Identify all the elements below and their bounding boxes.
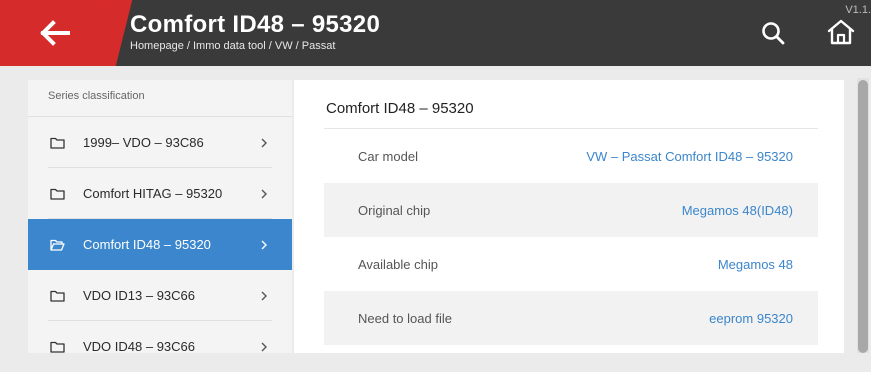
series-list: 1999– VDO – 93C86 Comfort HITAG – 95320 …: [28, 117, 292, 372]
folder-open-icon: [50, 239, 65, 251]
page-title: Comfort ID48 – 95320: [130, 11, 381, 38]
chevron-right-icon: [261, 189, 267, 198]
series-item[interactable]: 1999– VDO – 93C86: [28, 117, 292, 168]
detail-row-original-chip: Original chip Megamos 48(ID48): [324, 183, 818, 237]
series-sidebar: Series classification 1999– VDO – 93C86 …: [28, 80, 292, 354]
chevron-right-icon: [261, 342, 267, 351]
series-item[interactable]: VDO ID13 – 93C66: [28, 270, 292, 321]
detail-title: Comfort ID48 – 95320: [326, 100, 474, 117]
series-item-active[interactable]: Comfort ID48 – 95320: [28, 219, 292, 270]
detail-row-load-file: Need to load file eeprom 95320: [324, 291, 818, 345]
series-item[interactable]: VDO ID48 – 93C66: [28, 321, 292, 372]
home-icon[interactable]: [826, 18, 856, 46]
row-value: Megamos 48: [717, 256, 793, 272]
row-label: Car model: [358, 148, 418, 164]
series-item-label: Comfort ID48 – 95320: [83, 237, 211, 252]
detail-row-available-chip: Available chip Megamos 48: [324, 237, 818, 291]
folder-icon: [50, 188, 65, 200]
chevron-right-icon: [261, 138, 267, 147]
version-label: V1.1.: [845, 4, 871, 16]
back-button[interactable]: [0, 0, 110, 66]
row-label: Original chip: [358, 202, 431, 218]
sidebar-heading: Series classification: [28, 80, 292, 117]
chevron-right-icon: [261, 291, 267, 300]
row-value: Megamos 48(ID48): [681, 202, 793, 218]
folder-icon: [50, 290, 65, 302]
series-item[interactable]: Comfort HITAG – 95320: [28, 168, 292, 219]
top-bar: Comfort ID48 – 95320 Homepage / Immo dat…: [0, 0, 871, 66]
scrollbar-thumb[interactable]: [858, 80, 868, 353]
row-value: VW – Passat Comfort ID48 – 95320: [586, 148, 793, 164]
arrow-left-icon: [40, 20, 70, 46]
folder-icon: [50, 137, 65, 149]
row-value: eeprom 95320: [709, 310, 793, 326]
chevron-right-icon: [261, 240, 267, 249]
breadcrumb: Homepage / Immo data tool / VW / Passat: [130, 40, 336, 52]
row-label: Available chip: [358, 256, 438, 272]
series-item-label: VDO ID48 – 93C66: [83, 339, 196, 354]
detail-panel: Comfort ID48 – 95320 Car model VW – Pass…: [294, 80, 844, 353]
series-item-label: 1999– VDO – 93C86: [83, 135, 204, 150]
row-label: Need to load file: [358, 310, 452, 326]
series-item-label: Comfort HITAG – 95320: [83, 186, 223, 201]
search-icon[interactable]: [760, 20, 786, 46]
detail-row-car-model: Car model VW – Passat Comfort ID48 – 953…: [324, 129, 818, 183]
folder-icon: [50, 341, 65, 353]
series-item-label: VDO ID13 – 93C66: [83, 288, 196, 303]
